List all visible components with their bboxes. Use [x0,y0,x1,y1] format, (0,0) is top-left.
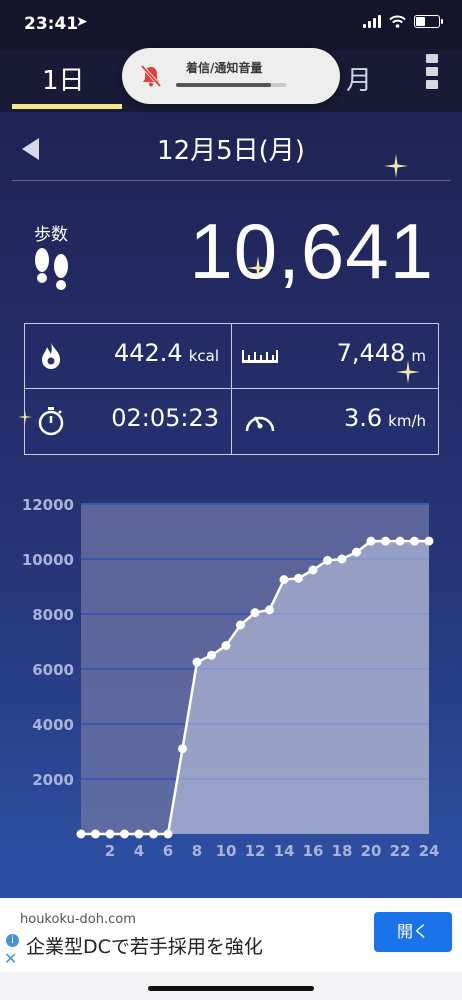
chart-data-point [352,547,361,557]
more-menu-icon[interactable] [426,54,440,89]
chart-x-tick-label: 10 [216,842,237,860]
chart-data-point [105,829,115,839]
chart-data-point [265,605,274,615]
tab-day[interactable]: 1日 [42,60,85,97]
chart-data-point [163,829,173,839]
flame-icon [42,342,60,369]
chart-data-point [424,536,434,546]
battery-icon [414,15,443,28]
home-indicator[interactable] [148,986,314,991]
chart-x-tick-label: 20 [361,842,382,860]
steps-chart: 2000 4000 6000 8000 10000 12000 2 4 6 8 10 12 14 16 18… [0,490,462,870]
chart-data-point [236,620,245,630]
chart-data-point [120,829,129,839]
sparkle-icon [18,410,32,424]
chart-data-point [337,554,347,564]
stats-grid: 442.4 kcal 7,448 m 02:05:23 3.6 km/h [24,323,439,455]
chart-y-tick-label: 10000 [22,551,74,569]
chart-x-tick-label: 24 [419,842,440,860]
ad-info-icon[interactable]: i [6,934,19,947]
chart-data-point [221,641,231,651]
time-value: 02:05:23 [111,404,219,432]
chart-data-point [134,829,144,839]
chart-x-tick-label: 8 [192,842,202,860]
chart-x-tick-label: 6 [163,842,173,860]
speed-value: 3.6 km/h [343,404,426,432]
chart-data-point [76,829,86,839]
ruler-icon [242,350,278,363]
bell-muted-icon [140,64,162,88]
ad-domain: houkoku-doh.com [20,912,136,927]
home-area [0,972,462,1000]
chart-data-point [366,536,376,546]
chart-x-tick-label: 4 [134,842,144,860]
chart-y-tick-label: 4000 [32,716,74,734]
chart-x-tick-label: 2 [105,842,115,860]
chart-x-tick-label: 22 [390,842,411,860]
tab-day-underline [12,104,122,109]
status-time: 23:41 [24,14,79,34]
sparkle-icon [396,360,420,384]
chart-data-point [381,536,390,546]
cellular-signal-icon [363,15,381,28]
chart-data-point [91,829,100,839]
wifi-icon [389,15,406,28]
chart-data-point [279,575,289,585]
calories-value: 442.4 kcal [113,339,219,367]
chart-data-point [178,744,187,754]
chart-data-point [207,650,216,660]
ad-open-button[interactable]: 開く [374,912,452,952]
steps-chart-svg: 200040006000800010000120002 4 6 8 10 12 14 16 18… [22,496,440,860]
chart-data-point [308,565,318,575]
chart-x-tick-label: 14 [274,842,295,860]
volume-label: 着信/通知音量 [186,61,263,75]
chart-x-tick-label: 16 [303,842,324,860]
chart-data-point [294,573,303,583]
chart-y-tick-label: 8000 [32,606,74,624]
chart-x-tick-label: 18 [332,842,353,860]
chart-data-point [395,536,405,546]
chart-data-point [149,829,158,839]
chart-data-point [250,608,260,618]
tab-month[interactable]: 月 [346,60,372,97]
stopwatch-icon [38,407,64,436]
ad-close-icon[interactable]: ✕ [4,949,17,968]
speed-cell: 3.6 km/h [232,389,438,454]
ad-banner[interactable]: houkoku-doh.com i ✕ 企業型DCで若手採用を強化 開く [0,898,462,972]
chart-y-tick-label: 12000 [22,496,74,514]
status-indicators [363,15,443,28]
volume-slider [176,83,286,87]
steps-count: 10,641 [189,207,434,295]
sparkle-icon [246,256,270,280]
status-bar: 23:41 ➤ [0,0,462,50]
chart-data-point [192,657,202,667]
chart-x-tick-label: 12 [245,842,266,860]
calories-cell: 442.4 kcal [25,324,231,389]
chart-data-point [410,536,419,546]
volume-slider-fill [176,83,271,87]
time-cell: 02:05:23 [25,389,231,454]
ad-text: 企業型DCで若手採用を強化 [26,936,263,958]
divider [12,180,450,181]
speedometer-icon [245,416,275,432]
footprints-icon [35,248,68,290]
sparkle-icon [384,154,408,178]
chart-data-point [323,555,332,565]
chart-y-tick-label: 2000 [32,771,74,789]
location-arrow-icon: ➤ [76,14,88,30]
volume-hud: 着信/通知音量 [122,48,340,104]
chart-y-tick-label: 6000 [32,661,74,679]
